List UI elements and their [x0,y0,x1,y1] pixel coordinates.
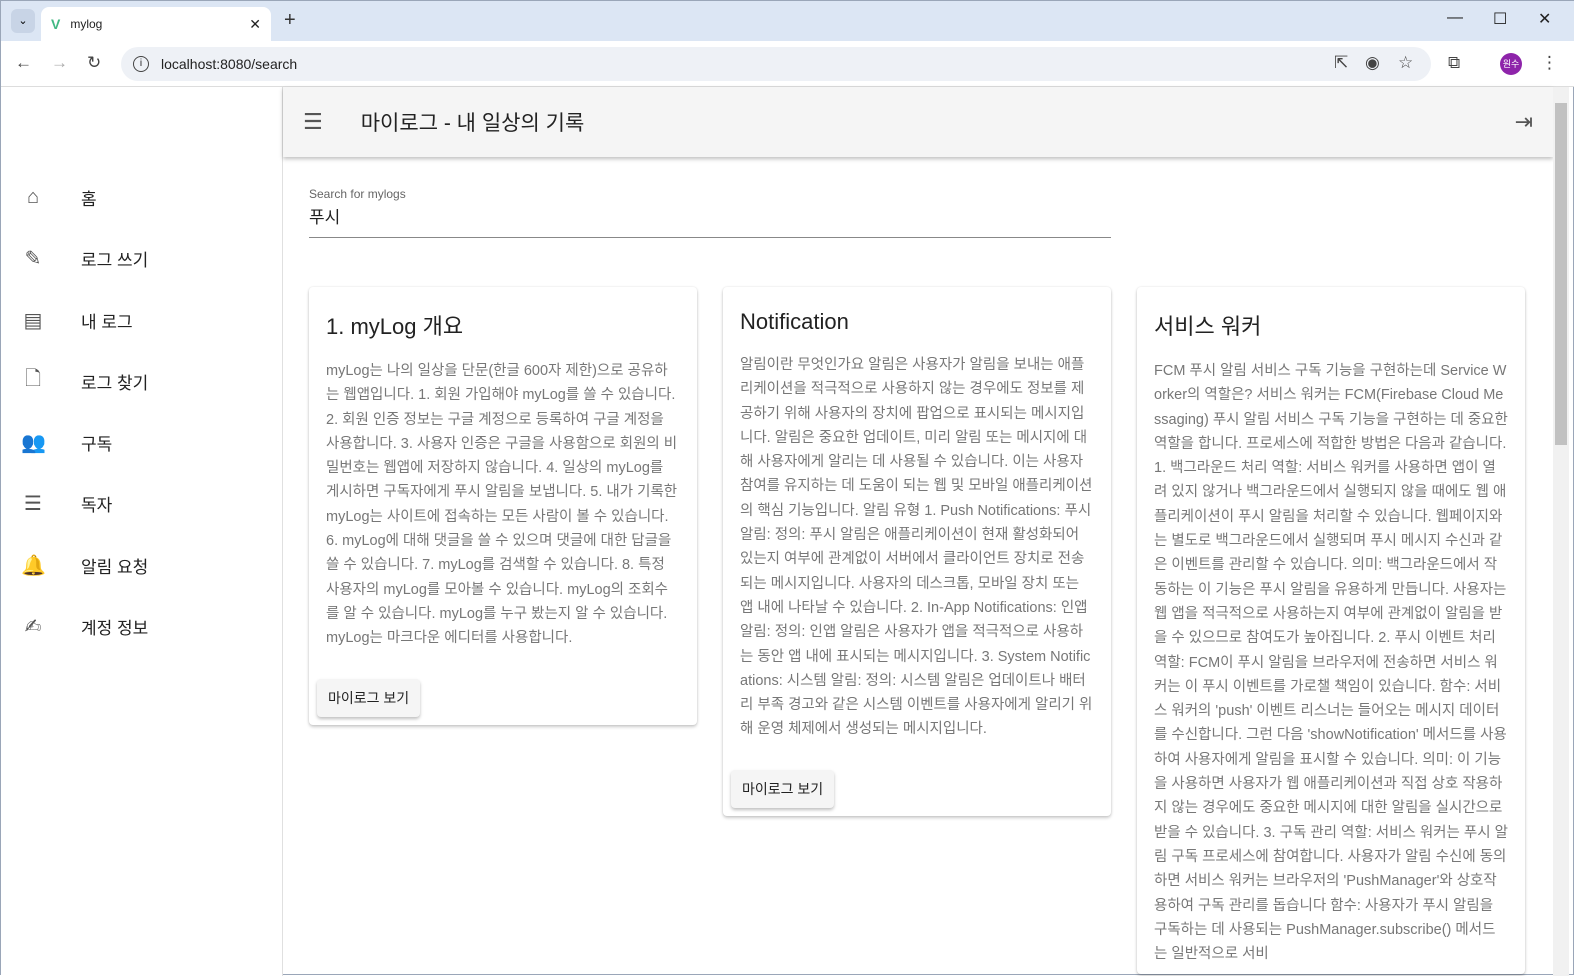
search-field: Search for mylogs [309,187,1111,238]
search-input[interactable] [309,205,1111,225]
mylog-card: Notification 알림이란 무엇인가요 알림은 사용자가 알림을 보내는… [723,287,1111,816]
logout-icon[interactable]: ⇥ [1515,109,1533,135]
maximize-button[interactable]: ☐ [1493,9,1507,29]
browser-tab-bar: ⌄ V mylog ✕ + — ☐ ✕ [1,1,1574,41]
view-mylog-button[interactable]: 마이로그 보기 [731,769,835,808]
extensions-icon[interactable]: ⧉ [1448,53,1460,73]
sidebar: ⌂ 홈 ✎ 로그 쓰기 ▤ 내 로그 🗋 로그 찾기 👥 구독 ☰ 독자 🔔 알림 요청 ✍ 계… [1,87,283,976]
site-info-icon[interactable]: i [133,56,149,72]
page-scrollbar[interactable] [1553,87,1569,976]
close-tab-icon[interactable]: ✕ [249,16,261,33]
card-body: myLog는 나의 일상을 단문(한글 600자 제한)으로 공유하는 웹앱입니… [326,363,678,647]
person-list-icon: ☰ [24,492,42,515]
card-body: FCM 푸시 알림 서비스 구독 기능을 구현하는데 Service Worke… [1154,363,1508,963]
people-icon: 👥 [21,431,46,454]
forward-button[interactable]: → [51,53,68,73]
home-icon: ⌂ [26,185,40,208]
mylog-card: 서비스 워커 FCM 푸시 알림 서비스 구독 기능을 구현하는데 Servic… [1137,287,1525,975]
tab-search-button[interactable]: ⌄ [11,9,35,33]
sidebar-item-label: 구독 [81,434,113,454]
eye-icon[interactable]: ◉ [1365,53,1380,73]
app-header: ☰ 마이로그 - 내 일상의 기록 ⇥ [283,87,1553,157]
new-tab-button[interactable]: + [284,9,296,32]
sidebar-item-account-info[interactable]: ✍ 계정 정보 [1,602,283,650]
sidebar-item-find-log[interactable]: 🗋 로그 찾기 [1,357,283,405]
sidebar-item-my-log[interactable]: ▤ 내 로그 [1,296,283,344]
mylog-card: 1. myLog 개요 myLog는 나의 일상을 단문(한글 600자 제한)… [309,287,697,725]
sidebar-item-subscribe[interactable]: 👥 구독 [1,418,283,466]
sidebar-item-label: 홈 [81,189,97,209]
search-file-icon: 🗋 [24,368,42,390]
sidebar-item-label: 내 로그 [81,312,133,332]
scrollbar-thumb[interactable] [1555,103,1567,445]
card-title: 서비스 워커 [1154,314,1262,339]
back-button[interactable]: ← [15,53,32,73]
page-title: 마이로그 - 내 일상의 기록 [360,112,585,135]
card-title: 1. myLog 개요 [326,314,464,339]
sidebar-item-label: 계정 정보 [81,618,149,638]
hamburger-menu-icon[interactable]: ☰ [303,109,323,135]
account-edit-icon: ✍ [24,615,42,638]
browser-menu-icon[interactable]: ⋮ [1541,53,1558,73]
minimize-button[interactable]: — [1447,9,1463,27]
sidebar-item-notification-request[interactable]: 🔔 알림 요청 [1,541,283,589]
bell-icon: 🔔 [21,554,46,577]
tab-title: mylog [70,17,103,31]
card-body: 알림이란 무엇인가요 알림은 사용자가 알림을 보내는 애플리케이션을 적극적으… [740,357,1093,738]
sidebar-item-label: 로그 찾기 [81,373,149,393]
sidebar-item-label: 독자 [81,495,113,515]
sidebar-item-home[interactable]: ⌂ 홈 [1,173,283,221]
bookmark-star-icon[interactable]: ☆ [1398,53,1413,73]
open-external-icon[interactable]: ⇱ [1334,53,1348,73]
list-icon: ▤ [23,309,43,332]
reload-button[interactable]: ↻ [87,53,101,73]
profile-avatar[interactable]: 원수 [1500,53,1522,75]
close-window-button[interactable]: ✕ [1538,9,1551,29]
card-title: Notification [740,309,849,334]
pencil-icon: ✎ [24,247,42,270]
url-text: localhost:8080/search [161,56,298,72]
url-input[interactable]: i localhost:8080/search [121,47,1431,81]
view-mylog-button[interactable]: 마이로그 보기 [317,678,421,717]
sidebar-item-write-log[interactable]: ✎ 로그 쓰기 [1,234,283,282]
sidebar-item-label: 로그 쓰기 [81,250,149,270]
browser-tab[interactable]: V mylog ✕ [41,7,271,41]
search-label: Search for mylogs [309,187,406,201]
address-bar-row: ← → ↻ i localhost:8080/search ⇱ ◉ ☆ ⧉ 원수… [1,41,1574,87]
sidebar-item-readers[interactable]: ☰ 독자 [1,479,283,527]
sidebar-item-label: 알림 요청 [81,557,149,577]
vue-logo-icon: V [51,16,61,32]
